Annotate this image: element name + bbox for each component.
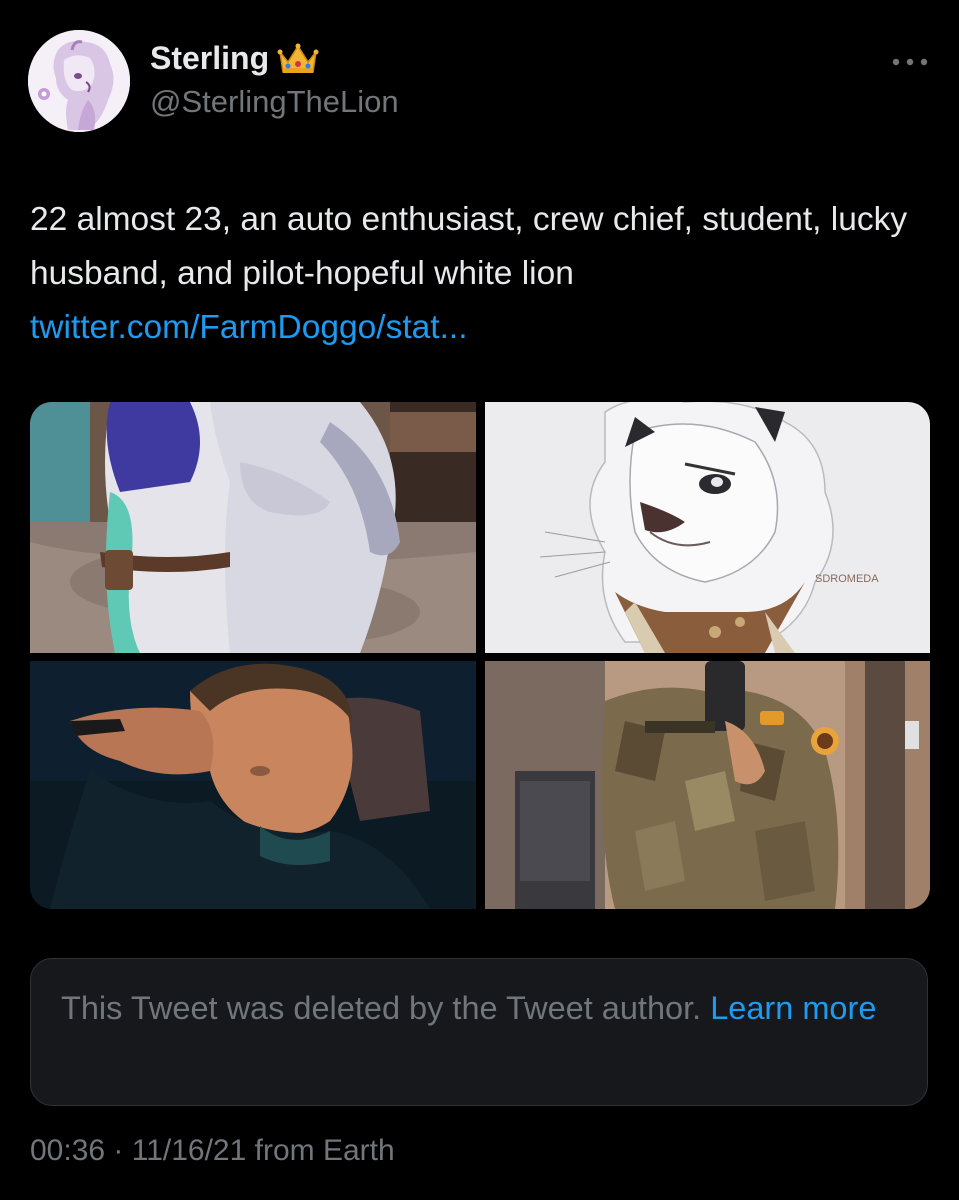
media-photo-car-selfie[interactable] — [30, 661, 476, 909]
more-options-button[interactable] — [885, 48, 935, 76]
lion-avatar-illustration — [28, 30, 130, 132]
avatar[interactable] — [28, 30, 130, 132]
uniform-mirror-selfie-photo — [485, 661, 930, 909]
tweet-date[interactable]: 11/16/21 — [132, 1134, 247, 1167]
artist-signature: SDROMEDA — [815, 573, 879, 585]
deleted-notice-text: This Tweet was deleted by the Tweet auth… — [61, 990, 711, 1026]
learn-more-link[interactable]: Learn more — [710, 990, 876, 1026]
tweet-time[interactable]: 00:36 — [30, 1134, 105, 1167]
author-handle[interactable]: @SterlingTheLion — [150, 84, 399, 120]
tweet-source: from Earth — [246, 1134, 395, 1167]
fursuit-hug-photo — [30, 402, 476, 653]
display-name-text: Sterling — [150, 40, 270, 76]
white-lion-drawing: SDROMEDA — [485, 402, 930, 653]
selfie-in-car-photo — [30, 661, 476, 909]
tweet-text: 22 almost 23, an auto enthusiast, crew c… — [30, 193, 930, 355]
ellipsis-icon — [892, 58, 928, 66]
tweet-meta: 00:36 · 11/16/21 from Earth — [30, 1134, 395, 1168]
crown-icon — [277, 43, 319, 73]
media-photo-uniform-selfie[interactable] — [485, 661, 930, 909]
tweet-body: 22 almost 23, an auto enthusiast, crew c… — [30, 201, 908, 292]
media-photo-fursuit-hug[interactable] — [30, 402, 476, 653]
tweet-link[interactable]: twitter.com/FarmDoggo/stat... — [30, 309, 468, 346]
media-grid: SDROMEDA — [30, 402, 930, 909]
meta-separator: · — [105, 1134, 132, 1167]
author-display-name[interactable]: Sterling — [150, 40, 319, 77]
media-photo-lion-drawing[interactable]: SDROMEDA — [485, 402, 930, 653]
deleted-quote-tweet-card: This Tweet was deleted by the Tweet auth… — [30, 958, 928, 1106]
